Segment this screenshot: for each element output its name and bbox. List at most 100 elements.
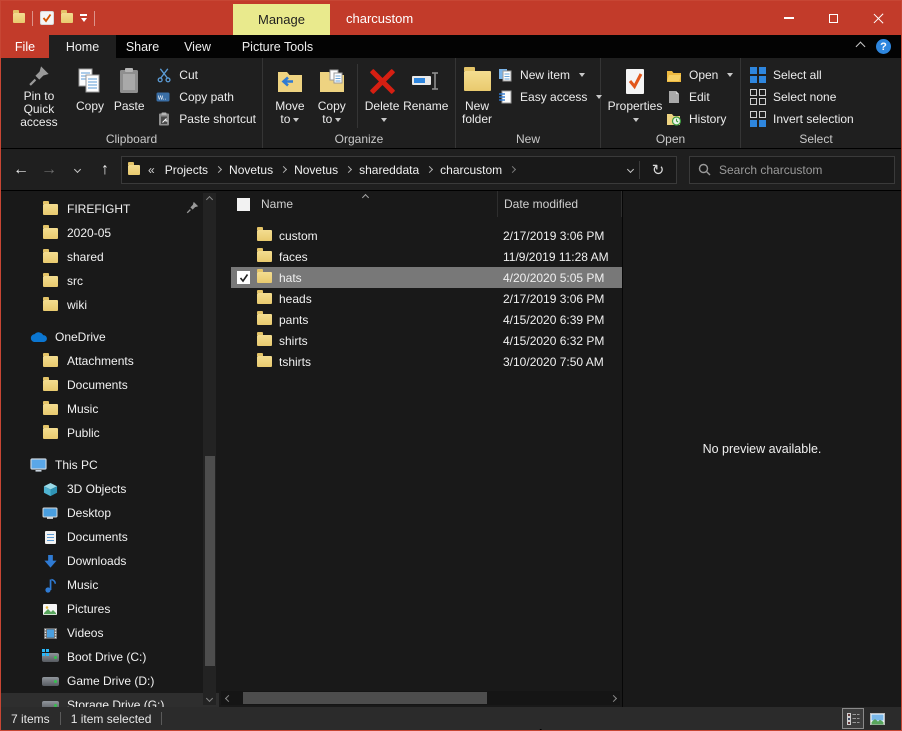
chevron-right-icon[interactable] — [280, 166, 287, 173]
thumbnails-view-button[interactable] — [867, 709, 887, 728]
address-dropdown-icon[interactable] — [627, 166, 634, 173]
horizontal-scrollbar[interactable] — [221, 691, 620, 705]
sidebar-item-firefight[interactable]: FIREFIGHT — [1, 197, 219, 221]
quick-access-toolbar — [1, 11, 95, 26]
sidebar-item-wiki[interactable]: wiki — [1, 293, 219, 317]
sidebar-scrollbar[interactable] — [203, 193, 216, 705]
file-row-heads[interactable]: heads 2/17/2019 3:06 PM — [231, 288, 622, 309]
recent-locations-dropdown-icon[interactable] — [65, 157, 89, 183]
breadcrumb-novetus-2[interactable]: Novetus — [292, 163, 340, 177]
sidebar-item-game-drive-d[interactable]: Game Drive (D:) — [1, 669, 219, 693]
sidebar-item-downloads[interactable]: Downloads — [1, 549, 219, 573]
tab-share[interactable]: Share — [116, 35, 169, 58]
properties-button[interactable]: Properties — [607, 62, 663, 128]
chevron-right-icon[interactable] — [426, 166, 433, 173]
column-header-name[interactable]: Name — [257, 197, 497, 211]
move-to-button[interactable]: Moveto — [269, 62, 311, 128]
refresh-icon[interactable]: ↻ — [646, 161, 670, 179]
back-button[interactable]: ← — [9, 157, 33, 183]
scrollbar-thumb[interactable] — [243, 692, 487, 704]
history-button[interactable]: History — [665, 108, 733, 130]
breadcrumb-overflow[interactable]: « — [146, 163, 157, 177]
sidebar-item-documents-onedrive[interactable]: Documents — [1, 373, 219, 397]
select-none-button[interactable]: Select none — [749, 86, 854, 108]
new-folder-button[interactable]: Newfolder — [462, 62, 492, 128]
sidebar-item-music-onedrive[interactable]: Music — [1, 397, 219, 421]
sidebar-item-music[interactable]: Music — [1, 573, 219, 597]
select-none-icon — [749, 89, 767, 105]
copy-button[interactable]: Copy — [71, 62, 109, 128]
sidebar-item-attachments[interactable]: Attachments — [1, 349, 219, 373]
tab-file[interactable]: File — [1, 35, 49, 58]
scrollbar-thumb[interactable] — [205, 456, 215, 666]
select-all-button[interactable]: Select all — [749, 64, 854, 86]
row-checkbox-checked[interactable] — [237, 271, 250, 284]
folder-icon[interactable] — [61, 13, 73, 23]
tab-home[interactable]: Home — [49, 35, 116, 58]
folder-icon[interactable] — [13, 13, 25, 23]
invert-selection-button[interactable]: Invert selection — [749, 108, 854, 130]
customize-qat-dropdown-icon[interactable] — [80, 14, 87, 22]
file-row-shirts[interactable]: shirts 4/15/2020 6:32 PM — [231, 330, 622, 351]
collapse-ribbon-icon[interactable] — [856, 42, 866, 52]
pin-to-quick-access-button[interactable]: Pin to Quickaccess — [7, 62, 71, 128]
sidebar-item-public[interactable]: Public — [1, 421, 219, 445]
breadcrumb-shareddata[interactable]: shareddata — [357, 163, 421, 177]
delete-button[interactable]: Delete — [362, 62, 403, 128]
select-all-checkbox[interactable] — [237, 198, 250, 211]
sidebar-item-shared[interactable]: shared — [1, 245, 219, 269]
chevron-right-icon[interactable] — [345, 166, 352, 173]
sidebar-item-pictures[interactable]: Pictures — [1, 597, 219, 621]
tab-picture-tools[interactable]: Picture Tools — [226, 35, 329, 58]
search-box[interactable] — [689, 156, 895, 184]
copy-path-button[interactable]: w.. Copy path — [155, 86, 256, 108]
sidebar-item-3d-objects[interactable]: 3D Objects — [1, 477, 219, 501]
sidebar-item-desktop[interactable]: Desktop — [1, 501, 219, 525]
sidebar-item-documents[interactable]: Documents — [1, 525, 219, 549]
paste-button[interactable]: Paste — [109, 62, 149, 128]
scrollbar-track[interactable] — [235, 691, 606, 705]
tab-view[interactable]: View — [169, 35, 226, 58]
scroll-down-icon[interactable] — [206, 695, 213, 702]
sidebar-item-videos[interactable]: Videos — [1, 621, 219, 645]
manage-contextual-tab[interactable]: Manage — [233, 4, 330, 35]
search-input[interactable] — [719, 163, 886, 177]
new-item-button[interactable]: New item — [496, 64, 602, 86]
scroll-right-icon[interactable] — [606, 696, 620, 701]
copy-to-button[interactable]: Copyto — [311, 62, 353, 128]
easy-access-button[interactable]: Easy access — [496, 86, 602, 108]
scroll-up-icon[interactable] — [206, 196, 213, 203]
address-bar[interactable]: « Projects Novetus Novetus shareddata ch… — [121, 156, 677, 184]
maximize-button[interactable] — [811, 1, 856, 35]
sidebar-item-this-pc[interactable]: This PC — [1, 453, 219, 477]
sidebar-item-storage-drive-g[interactable]: Storage Drive (G:) — [1, 693, 219, 707]
up-button[interactable]: ↑ — [93, 157, 117, 183]
file-row-hats-selected[interactable]: hats 4/20/2020 5:05 PM — [231, 267, 622, 288]
sidebar-item-2020-05[interactable]: 2020-05 — [1, 221, 219, 245]
edit-button[interactable]: Edit — [665, 86, 733, 108]
breadcrumb-novetus[interactable]: Novetus — [227, 163, 275, 177]
close-button[interactable] — [856, 1, 901, 35]
sidebar-item-onedrive[interactable]: OneDrive — [1, 325, 219, 349]
rename-button[interactable]: Rename — [403, 62, 449, 128]
file-row-tshirts[interactable]: tshirts 3/10/2020 7:50 AM — [231, 351, 622, 372]
file-row-pants[interactable]: pants 4/15/2020 6:39 PM — [231, 309, 622, 330]
sidebar-item-boot-drive-c[interactable]: Boot Drive (C:) — [1, 645, 219, 669]
file-row-custom[interactable]: custom 2/17/2019 3:06 PM — [231, 225, 622, 246]
minimize-button[interactable] — [766, 1, 811, 35]
help-icon[interactable]: ? — [876, 39, 891, 54]
breadcrumb-projects[interactable]: Projects — [163, 163, 210, 177]
details-view-button[interactable] — [843, 709, 863, 728]
scroll-left-icon[interactable] — [221, 696, 235, 701]
cut-button[interactable]: Cut — [155, 64, 256, 86]
chevron-right-icon[interactable] — [215, 166, 222, 173]
sidebar-item-src[interactable]: src — [1, 269, 219, 293]
file-row-faces[interactable]: faces 11/9/2019 11:28 AM — [231, 246, 622, 267]
chevron-right-icon[interactable] — [509, 166, 516, 173]
paste-shortcut-button[interactable]: Paste shortcut — [155, 108, 256, 130]
forward-button[interactable]: → — [37, 157, 61, 183]
column-header-date-modified[interactable]: Date modified — [497, 191, 622, 217]
properties-check-icon[interactable] — [40, 11, 54, 25]
breadcrumb-charcustom[interactable]: charcustom — [438, 163, 504, 177]
open-button[interactable]: Open — [665, 64, 733, 86]
